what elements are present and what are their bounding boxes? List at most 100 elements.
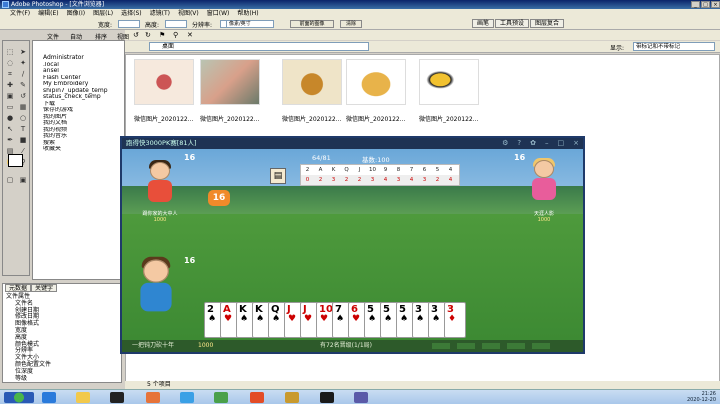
browser-menu-automate[interactable]: 自动: [70, 32, 82, 41]
thumbnail-image: [419, 59, 479, 105]
width-field[interactable]: [118, 20, 140, 28]
magic-wand-icon[interactable]: ✦: [17, 58, 29, 68]
path-bar: 桌面 显示: 带标记和不带标记: [125, 41, 720, 53]
thumbnail[interactable]: 微信图片_2020122...: [134, 59, 194, 123]
foreground-color-swatch[interactable]: [8, 154, 23, 167]
thumbnail[interactable]: 微信图片_2020122...: [419, 59, 479, 123]
folder-item[interactable]: Administrator: [43, 41, 124, 62]
footer-button-icon[interactable]: [507, 343, 525, 349]
start-button-icon[interactable]: [4, 392, 34, 403]
thumbnail[interactable]: 微信图片_2020122...: [282, 59, 342, 123]
blur-tool-icon[interactable]: ●: [4, 113, 16, 123]
avatar-head: [150, 162, 170, 180]
menu-layer[interactable]: 图层(L): [93, 9, 113, 18]
self-avatar[interactable]: [135, 256, 177, 316]
move-tool-icon[interactable]: ➤: [17, 47, 29, 57]
tab-tool-presets[interactable]: 工具预设: [495, 19, 530, 28]
front-image-button[interactable]: 前面的图像: [290, 20, 334, 28]
rotate-left-icon[interactable]: ↺: [133, 31, 139, 39]
left-player-avatar[interactable]: [144, 160, 176, 206]
delete-icon[interactable]: ✕: [187, 31, 193, 39]
type-tool-icon[interactable]: T: [17, 124, 29, 134]
palette-well: 画笔 工具预设 图层复合: [472, 19, 565, 28]
folder-item[interactable]: 收藏夹: [43, 146, 124, 153]
path-select-icon[interactable]: ↖: [4, 124, 16, 134]
show-filter-select[interactable]: 带标记和不带标记: [633, 42, 715, 51]
menu-image[interactable]: 图像(I): [67, 9, 85, 18]
tab-metadata[interactable]: 元数据: [5, 284, 32, 292]
hand-card[interactable]: 3 ♦: [444, 302, 466, 338]
menu-help[interactable]: 帮助(H): [237, 9, 258, 18]
menu-select[interactable]: 选择(S): [121, 9, 142, 18]
menu-file[interactable]: 文件(F): [10, 9, 30, 18]
footer-button-icon[interactable]: [432, 343, 450, 349]
path-select[interactable]: 桌面: [149, 42, 369, 51]
card-suit-icon: ♠: [256, 314, 265, 324]
rotate-right-icon[interactable]: ↻: [145, 31, 151, 39]
right-player-avatar[interactable]: [528, 158, 560, 204]
minimize-icon[interactable]: –: [545, 138, 549, 149]
browser-menu-file[interactable]: 文件: [47, 32, 59, 41]
card-tracker: 2 A K Q J 10 9 8 7 6 5 4 0 2 3 2 2 3 4 3…: [300, 164, 460, 186]
screen-mode-icon[interactable]: ▣: [17, 175, 29, 185]
qq-icon[interactable]: [110, 392, 124, 403]
footer-button-icon[interactable]: [482, 343, 500, 349]
system-tray-clock[interactable]: 21:26 2020-12-20: [687, 391, 716, 403]
thumbnail[interactable]: 微信图片_2020122...: [200, 59, 260, 123]
menu-view[interactable]: 视图(V): [178, 9, 199, 18]
thumbnail[interactable]: 微信图片_2020122...: [346, 59, 406, 123]
width-label: 宽度:: [98, 22, 113, 29]
video-app-icon[interactable]: [320, 392, 334, 403]
history-brush-icon[interactable]: ↺: [17, 91, 29, 101]
status-text: 5 个项目: [147, 381, 171, 388]
tab-layer-comps[interactable]: 图层复合: [530, 19, 565, 28]
gradient-tool-icon[interactable]: ▦: [17, 102, 29, 112]
crop-tool-icon[interactable]: ⌗: [4, 69, 16, 79]
tracker-ranks: 2 A K Q J 10 9 8 7 6 5 4: [301, 165, 459, 175]
folder-icon[interactable]: [76, 392, 90, 403]
shape-tool-icon[interactable]: ■: [17, 135, 29, 145]
app-icon[interactable]: [285, 392, 299, 403]
stamp-tool-icon[interactable]: ▣: [4, 91, 16, 101]
settings-icon[interactable]: ⚙: [502, 138, 508, 149]
menu-window[interactable]: 窗口(W): [207, 9, 230, 18]
quick-mask-icon[interactable]: ▢: [4, 175, 16, 185]
clear-button[interactable]: 清除: [340, 20, 362, 28]
footer-button-icon[interactable]: [532, 343, 550, 349]
avatar-body: [532, 178, 556, 200]
help-icon[interactable]: ?: [517, 138, 521, 149]
lasso-tool-icon[interactable]: ◌: [4, 58, 16, 68]
minimize-icon[interactable]: _: [691, 1, 700, 8]
browser-menu-view[interactable]: 视图: [117, 32, 129, 41]
eraser-tool-icon[interactable]: ▭: [4, 102, 16, 112]
maximize-icon[interactable]: □: [558, 138, 565, 149]
card-counter-icon[interactable]: ▤: [270, 168, 286, 184]
tab-keywords[interactable]: 关键字: [31, 284, 58, 292]
gear-icon[interactable]: ✿: [530, 138, 536, 149]
app-icon[interactable]: [354, 392, 368, 403]
explorer-icon[interactable]: [42, 392, 56, 403]
menu-edit[interactable]: 编辑(E): [38, 9, 58, 18]
units-select[interactable]: 像素/英寸: [226, 20, 274, 28]
marquee-tool-icon[interactable]: ⬚: [4, 47, 16, 57]
close-icon[interactable]: ×: [711, 1, 720, 8]
dodge-tool-icon[interactable]: ○: [17, 113, 29, 123]
app-icon[interactable]: [214, 392, 228, 403]
height-field[interactable]: [165, 20, 187, 28]
card-suit-icon: ♠: [368, 314, 377, 324]
slice-tool-icon[interactable]: ∕: [17, 69, 29, 79]
search-icon[interactable]: ⚲: [173, 31, 178, 39]
app-icon[interactable]: [180, 392, 194, 403]
maximize-icon[interactable]: □: [701, 1, 710, 8]
flag-icon[interactable]: ⚑: [159, 31, 165, 39]
tab-brushes[interactable]: 画笔: [472, 19, 495, 28]
healing-brush-icon[interactable]: ✚: [4, 80, 16, 90]
app-icon[interactable]: [146, 392, 160, 403]
brush-tool-icon[interactable]: ✎: [17, 80, 29, 90]
footer-button-icon[interactable]: [457, 343, 475, 349]
menu-filter[interactable]: 滤镜(T): [150, 9, 170, 18]
pen-tool-icon[interactable]: ✒: [4, 135, 16, 145]
browser-menu-sort[interactable]: 排序: [95, 32, 107, 41]
app-icon[interactable]: [250, 392, 264, 403]
close-icon[interactable]: ×: [573, 138, 579, 149]
